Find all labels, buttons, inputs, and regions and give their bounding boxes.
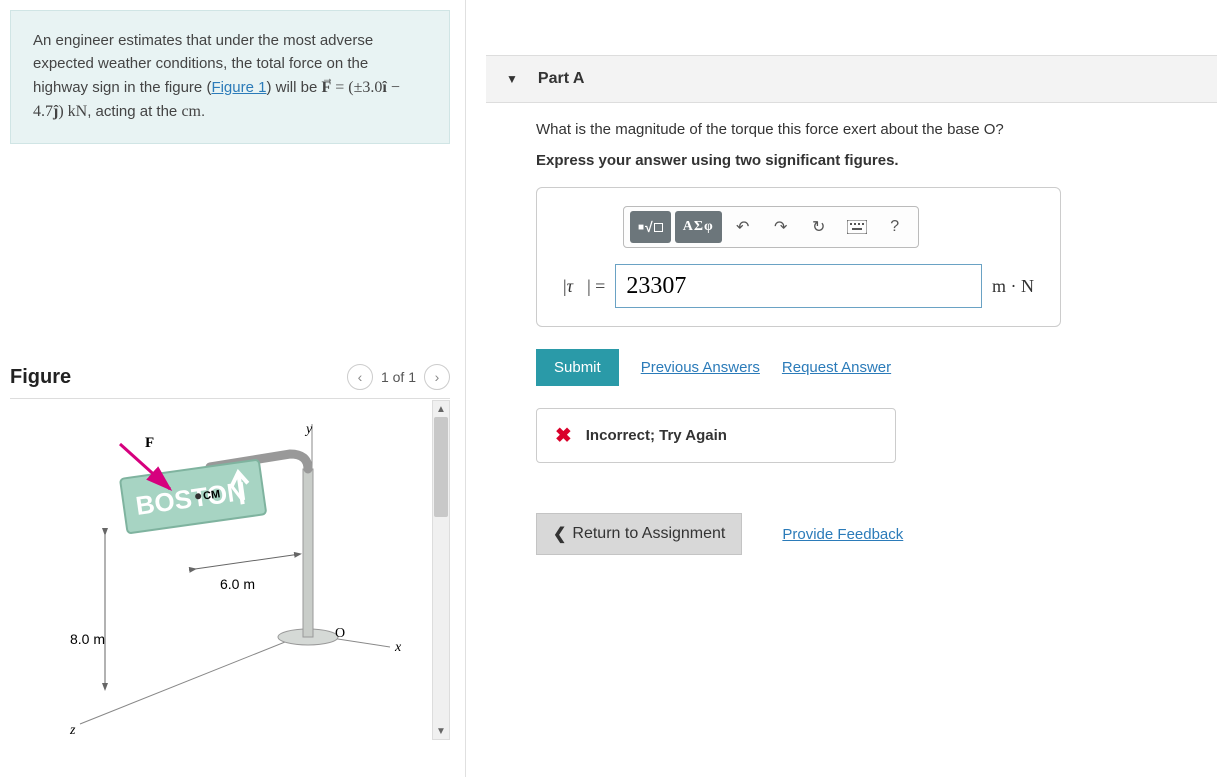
problem-text-b: ) will be	[266, 79, 321, 96]
force-label: F⃗	[145, 435, 166, 451]
figure-scrollbar[interactable]: ▲ ▼	[432, 400, 450, 740]
help-button[interactable]: ?	[878, 211, 912, 243]
provide-feedback-link[interactable]: Provide Feedback	[782, 526, 903, 543]
collapse-caret-icon: ▼	[506, 72, 518, 86]
scroll-up-icon[interactable]: ▲	[433, 401, 449, 417]
return-button[interactable]: ❮ Return to Assignment	[536, 513, 742, 555]
figure-diagram: x z y O BOSTON CM	[50, 419, 410, 739]
incorrect-icon: ✖	[555, 423, 572, 448]
pager-label: 1 of 1	[381, 369, 416, 385]
submit-button[interactable]: Submit	[536, 349, 619, 386]
axis-z-label: z	[69, 723, 76, 738]
answer-lhs: |τ⃗| =	[563, 276, 605, 297]
chevron-left-icon: ❮	[553, 524, 566, 544]
templates-button[interactable]: ■√	[630, 211, 671, 243]
feedback-box: ✖ Incorrect; Try Again	[536, 408, 896, 463]
question-text: What is the magnitude of the torque this…	[536, 121, 1197, 138]
question-instruction: Express your answer using two significan…	[536, 152, 1197, 169]
figure-link[interactable]: Figure 1	[211, 79, 266, 96]
undo-button[interactable]: ↶	[726, 211, 760, 243]
reset-button[interactable]: ↻	[802, 211, 836, 243]
answer-units: m · N	[992, 276, 1034, 297]
answer-input[interactable]	[615, 264, 982, 308]
cm-label: CM	[202, 488, 221, 502]
figure-pager: ‹ 1 of 1 ›	[347, 364, 450, 390]
pager-prev-button[interactable]: ‹	[347, 364, 373, 390]
axis-x-label: x	[394, 640, 402, 655]
previous-answers-link[interactable]: Previous Answers	[641, 359, 760, 376]
request-answer-link[interactable]: Request Answer	[782, 359, 891, 376]
part-header[interactable]: ▼ Part A	[486, 55, 1217, 103]
figure-viewport: x z y O BOSTON CM	[10, 399, 450, 749]
feedback-text: Incorrect; Try Again	[586, 427, 727, 444]
problem-statement: An engineer estimates that under the mos…	[10, 10, 450, 144]
figure-title: Figure	[10, 366, 71, 389]
axis-y-label: y	[304, 422, 313, 437]
origin-label: O	[335, 626, 345, 641]
redo-button[interactable]: ↷	[764, 211, 798, 243]
return-label: Return to Assignment	[572, 525, 725, 543]
scroll-down-icon[interactable]: ▼	[433, 723, 449, 739]
keyboard-icon	[847, 220, 867, 234]
dim-vertical: 8.0 m	[70, 631, 105, 647]
pager-next-button[interactable]: ›	[424, 364, 450, 390]
greek-button[interactable]: ΑΣφ	[675, 211, 722, 243]
part-title: Part A	[538, 70, 585, 88]
scroll-thumb[interactable]	[434, 417, 448, 517]
dim-horizontal: 6.0 m	[220, 576, 255, 592]
answer-panel: ■√ ΑΣφ ↶ ↷ ↻ ? |τ⃗| = m · N	[536, 187, 1061, 327]
equation-toolbar: ■√ ΑΣφ ↶ ↷ ↻ ?	[623, 206, 919, 248]
keyboard-button[interactable]	[840, 211, 874, 243]
